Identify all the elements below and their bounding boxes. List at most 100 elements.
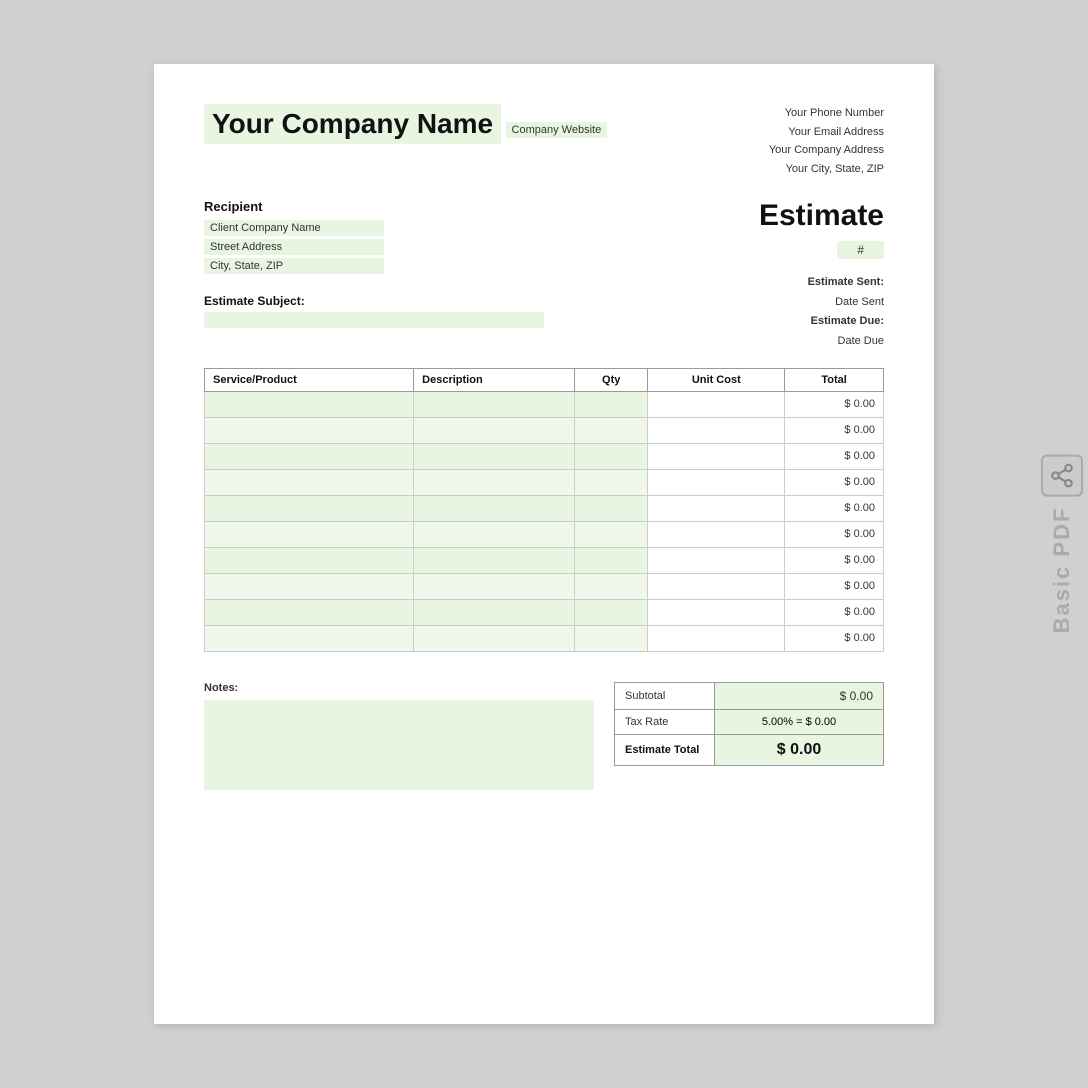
service-cell[interactable] bbox=[205, 469, 414, 495]
description-cell[interactable] bbox=[414, 547, 575, 573]
unit-cost-cell[interactable] bbox=[648, 521, 785, 547]
description-cell[interactable] bbox=[414, 443, 575, 469]
qty-cell[interactable] bbox=[575, 417, 648, 443]
items-table: Service/Product Description Qty Unit Cos… bbox=[204, 368, 884, 652]
qty-cell[interactable] bbox=[575, 495, 648, 521]
description-cell[interactable] bbox=[414, 599, 575, 625]
address: Your Company Address bbox=[769, 141, 884, 160]
table-row: $ 0.00 bbox=[205, 521, 884, 547]
city-state-zip-field[interactable]: City, State, ZIP bbox=[204, 258, 384, 274]
unit-cost-cell[interactable] bbox=[648, 469, 785, 495]
service-cell[interactable] bbox=[205, 573, 414, 599]
share-icon bbox=[1041, 455, 1083, 497]
estimate-title: Estimate bbox=[544, 199, 884, 233]
qty-cell[interactable] bbox=[575, 547, 648, 573]
estimate-section: Estimate # Estimate Sent: Date Sent Esti… bbox=[544, 199, 884, 352]
bottom-section: Notes: Subtotal $ 0.00 Tax Rate 5.00% = … bbox=[204, 682, 884, 790]
unit-cost-cell[interactable] bbox=[648, 417, 785, 443]
qty-cell[interactable] bbox=[575, 625, 648, 651]
service-cell[interactable] bbox=[205, 599, 414, 625]
estimate-sent-row: Estimate Sent: bbox=[544, 273, 884, 293]
estimate-dates: Estimate Sent: Date Sent Estimate Due: D… bbox=[544, 273, 884, 352]
total-cell: $ 0.00 bbox=[785, 573, 884, 599]
service-cell[interactable] bbox=[205, 417, 414, 443]
subject-label: Estimate Subject: bbox=[204, 294, 544, 308]
qty-cell[interactable] bbox=[575, 469, 648, 495]
subtotal-row: Subtotal $ 0.00 bbox=[615, 682, 884, 709]
qty-cell[interactable] bbox=[575, 521, 648, 547]
subtotal-value: $ 0.00 bbox=[715, 682, 884, 709]
unit-cost-cell[interactable] bbox=[648, 625, 785, 651]
total-cell: $ 0.00 bbox=[785, 521, 884, 547]
service-cell[interactable] bbox=[205, 391, 414, 417]
unit-cost-cell[interactable] bbox=[648, 495, 785, 521]
description-cell[interactable] bbox=[414, 391, 575, 417]
company-name: Your Company Name bbox=[204, 104, 501, 144]
side-tab: Basic PDF bbox=[1036, 455, 1088, 634]
contact-info: Your Phone Number Your Email Address You… bbox=[769, 104, 884, 179]
email: Your Email Address bbox=[769, 123, 884, 142]
estimate-sent-label: Estimate Sent: bbox=[808, 276, 884, 288]
total-cell: $ 0.00 bbox=[785, 599, 884, 625]
description-cell[interactable] bbox=[414, 469, 575, 495]
unit-cost-cell[interactable] bbox=[648, 443, 785, 469]
table-row: $ 0.00 bbox=[205, 495, 884, 521]
total-value: $ 0.00 bbox=[715, 734, 884, 765]
description-cell[interactable] bbox=[414, 573, 575, 599]
company-website: Company Website bbox=[506, 122, 608, 138]
description-cell[interactable] bbox=[414, 521, 575, 547]
table-row: $ 0.00 bbox=[205, 443, 884, 469]
table-row: $ 0.00 bbox=[205, 573, 884, 599]
table-row: $ 0.00 bbox=[205, 625, 884, 651]
total-cell: $ 0.00 bbox=[785, 495, 884, 521]
company-info: Your Company Name Company Website bbox=[204, 104, 607, 144]
header: Your Company Name Company Website Your P… bbox=[204, 104, 884, 179]
service-cell[interactable] bbox=[205, 547, 414, 573]
unit-cost-cell[interactable] bbox=[648, 391, 785, 417]
total-cell: $ 0.00 bbox=[785, 469, 884, 495]
estimate-due-row: Estimate Due: bbox=[544, 312, 884, 332]
tax-value-cell: 5.00% = $ 0.00 bbox=[715, 709, 884, 734]
estimate-due-value: Date Due bbox=[544, 332, 884, 352]
recipient-section: Recipient Client Company Name Street Add… bbox=[204, 199, 544, 352]
unit-cost-cell[interactable] bbox=[648, 573, 785, 599]
table-row: $ 0.00 bbox=[205, 599, 884, 625]
description-cell[interactable] bbox=[414, 495, 575, 521]
recipient-estimate-section: Recipient Client Company Name Street Add… bbox=[204, 199, 884, 352]
tax-amount: $ 0.00 bbox=[806, 716, 837, 728]
tax-rate: 5.00% bbox=[762, 716, 793, 728]
estimate-sent-value: Date Sent bbox=[544, 293, 884, 313]
qty-cell[interactable] bbox=[575, 443, 648, 469]
tax-equals: = bbox=[796, 716, 802, 728]
tax-label: Tax Rate bbox=[615, 709, 715, 734]
total-cell: $ 0.00 bbox=[785, 547, 884, 573]
col-description: Description bbox=[414, 368, 575, 391]
subject-field[interactable] bbox=[204, 312, 544, 328]
service-cell[interactable] bbox=[205, 625, 414, 651]
qty-cell[interactable] bbox=[575, 391, 648, 417]
service-cell[interactable] bbox=[205, 443, 414, 469]
tax-row: Tax Rate 5.00% = $ 0.00 bbox=[615, 709, 884, 734]
unit-cost-cell[interactable] bbox=[648, 599, 785, 625]
city-state-zip: Your City, State, ZIP bbox=[769, 160, 884, 179]
subtotal-label: Subtotal bbox=[615, 682, 715, 709]
description-cell[interactable] bbox=[414, 625, 575, 651]
table-row: $ 0.00 bbox=[205, 417, 884, 443]
street-address[interactable]: Street Address bbox=[204, 239, 384, 255]
service-cell[interactable] bbox=[205, 495, 414, 521]
estimate-number[interactable]: # bbox=[837, 241, 884, 259]
total-cell: $ 0.00 bbox=[785, 443, 884, 469]
client-company-name[interactable]: Client Company Name bbox=[204, 220, 384, 236]
service-cell[interactable] bbox=[205, 521, 414, 547]
total-cell: $ 0.00 bbox=[785, 625, 884, 651]
col-unit-cost: Unit Cost bbox=[648, 368, 785, 391]
qty-cell[interactable] bbox=[575, 573, 648, 599]
table-row: $ 0.00 bbox=[205, 547, 884, 573]
unit-cost-cell[interactable] bbox=[648, 547, 785, 573]
notes-section: Notes: bbox=[204, 682, 594, 790]
col-qty: Qty bbox=[575, 368, 648, 391]
notes-field[interactable] bbox=[204, 700, 594, 790]
estimate-due-label: Estimate Due: bbox=[811, 315, 884, 327]
description-cell[interactable] bbox=[414, 417, 575, 443]
qty-cell[interactable] bbox=[575, 599, 648, 625]
